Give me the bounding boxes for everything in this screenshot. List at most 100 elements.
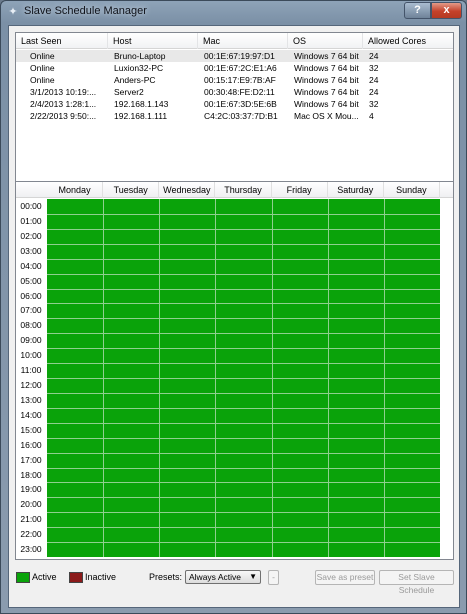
help-button[interactable]: ? xyxy=(404,2,431,19)
inactive-label: Inactive xyxy=(85,572,117,582)
grid-row-divider xyxy=(47,482,440,484)
grid-row-divider xyxy=(47,318,440,320)
grid-row-divider xyxy=(47,392,440,394)
slave-cell: Luxion32-PC xyxy=(114,63,164,73)
app-window: ✦ Slave Schedule Manager ? x Last Seen H… xyxy=(0,0,467,614)
grid-row-divider xyxy=(47,467,440,469)
slave-cell: 2/4/2013 1:28:1... xyxy=(30,99,97,109)
grid-row-divider xyxy=(47,228,440,230)
column-header-allowed-cores[interactable]: Allowed Cores xyxy=(363,33,455,49)
hour-label: 19:00 xyxy=(20,484,42,495)
grid-row-divider xyxy=(47,303,440,305)
slave-cell: 3/1/2013 10:19:... xyxy=(30,87,97,97)
day-header[interactable]: Tuesday xyxy=(103,182,160,198)
slave-row[interactable]: Online Anders-PC 00:15:17:E9:7B:AF Windows … xyxy=(16,74,453,86)
slave-cell: 00:15:17:E9:7B:AF xyxy=(204,75,276,85)
slave-cell: 00:1E:67:2C:E1:A6 xyxy=(204,63,277,73)
hour-label: 10:00 xyxy=(20,350,42,361)
window-title: Slave Schedule Manager xyxy=(24,5,147,17)
inactive-swatch xyxy=(69,572,83,583)
day-header[interactable]: Sunday xyxy=(384,182,440,198)
slave-cell: Mac OS X Mou... xyxy=(294,111,359,121)
slave-cell: 00:1E:67:3D:5E:6B xyxy=(204,99,277,109)
day-header[interactable]: Wednesday xyxy=(159,182,216,198)
grid-row-divider xyxy=(47,407,440,409)
slave-cell: 32 xyxy=(369,99,379,109)
slave-cell: Windows 7 64 bit xyxy=(294,51,359,61)
chevron-down-icon: ▼ xyxy=(249,572,257,581)
schedule-grid[interactable] xyxy=(47,199,440,557)
slave-cell: 2/22/2013 9:50:... xyxy=(30,111,97,121)
slave-row[interactable]: 2/22/2013 9:50:... 192.168.1.111 C4:2C:03:… xyxy=(16,110,453,122)
slave-cell: Anders-PC xyxy=(114,75,156,85)
hour-label: 08:00 xyxy=(20,320,42,331)
app-icon: ✦ xyxy=(8,6,18,18)
day-header[interactable]: Saturday xyxy=(328,182,384,198)
slave-cell: 00:1E:67:19:97:D1 xyxy=(204,51,275,61)
hour-label: 12:00 xyxy=(20,380,42,390)
presets-selected-value: Always Active xyxy=(189,572,241,582)
slave-list[interactable]: Last Seen Host Mac OS Allowed Cores Onli… xyxy=(15,32,454,195)
set-slave-schedule-button[interactable]: Set Slave Schedule xyxy=(379,570,454,595)
hour-label: 16:00 xyxy=(20,439,42,450)
column-header-last-seen[interactable]: Last Seen xyxy=(16,33,108,49)
schedule-grid-panel: Monday Tuesday Wednesday Thursday Friday Satu… xyxy=(15,181,454,560)
hour-label: 22:00 xyxy=(20,529,42,540)
slave-cell: Online xyxy=(30,63,55,73)
hour-label: 06:00 xyxy=(20,290,42,301)
hour-label: 07:00 xyxy=(20,305,42,316)
slave-cell: 4 xyxy=(369,111,374,121)
slave-cell: 32 xyxy=(369,63,379,73)
hour-label: 03:00 xyxy=(20,245,42,256)
save-as-preset-button[interactable]: Save as preset xyxy=(315,570,375,585)
hour-label: 14:00 xyxy=(20,409,42,420)
hour-label: 01:00 xyxy=(20,215,42,226)
remove-preset-button[interactable]: - xyxy=(268,570,279,585)
hour-label: 11:00 xyxy=(20,365,42,376)
slave-row[interactable]: 2/4/2013 1:28:1... 192.168.1.143 00:1E:67:… xyxy=(16,98,453,110)
hour-label: 18:00 xyxy=(20,469,42,480)
slave-cell: Windows 7 64 bit xyxy=(294,87,359,97)
hour-label: 21:00 xyxy=(20,514,42,525)
grid-row-divider xyxy=(47,213,440,215)
hour-label: 13:00 xyxy=(20,394,42,405)
slave-row[interactable]: 3/1/2013 10:19:... Server2 00:30:48:FE:D2:… xyxy=(16,86,453,98)
active-swatch xyxy=(16,572,30,583)
close-button[interactable]: x xyxy=(431,2,462,19)
slave-cell: Server2 xyxy=(114,87,144,97)
hour-label: 09:00 xyxy=(20,335,42,346)
day-header[interactable]: Friday xyxy=(272,182,328,198)
grid-row-divider xyxy=(47,452,440,454)
slave-cell: 24 xyxy=(369,75,379,85)
day-header[interactable]: Thursday xyxy=(215,182,272,198)
slave-row[interactable]: Online Luxion32-PC 00:1E:67:2C:E1:A6 Window… xyxy=(16,62,453,74)
grid-row-divider xyxy=(47,258,440,260)
title-bar[interactable]: ✦ Slave Schedule Manager ? x xyxy=(1,1,466,23)
slave-row[interactable]: Online Bruno-Laptop 00:1E:67:19:97:D1 Windo… xyxy=(16,50,453,62)
hour-label: 05:00 xyxy=(20,275,42,286)
grid-row-divider xyxy=(47,243,440,245)
column-header-os[interactable]: OS xyxy=(288,33,363,49)
slave-cell: 00:30:48:FE:D2:11 xyxy=(204,87,275,97)
hour-label: 04:00 xyxy=(20,260,42,271)
hour-label: 23:00 xyxy=(20,544,42,555)
presets-label: Presets: xyxy=(149,572,183,582)
grid-row-divider xyxy=(47,437,440,439)
grid-row-divider xyxy=(47,378,440,379)
grid-row-divider xyxy=(47,333,440,335)
presets-dropdown[interactable]: Always Active ▼ xyxy=(185,570,261,584)
grid-row-divider xyxy=(47,363,440,365)
column-header-host[interactable]: Host xyxy=(108,33,198,49)
grid-row-divider xyxy=(47,422,440,424)
slave-cell: 192.168.1.143 xyxy=(114,99,169,109)
slave-cell: 24 xyxy=(369,51,379,61)
slave-cell: 192.168.1.111 xyxy=(114,111,168,121)
slave-cell: 24 xyxy=(369,87,379,97)
grid-row-divider xyxy=(47,348,440,350)
hour-label: 15:00 xyxy=(20,424,42,435)
hour-label: 17:00 xyxy=(20,454,42,465)
column-header-mac[interactable]: Mac xyxy=(198,33,288,49)
day-header[interactable]: Monday xyxy=(47,182,104,198)
slave-list-header: Last Seen Host Mac OS Allowed Cores xyxy=(16,33,453,49)
slave-cell: Windows 7 64 bit xyxy=(294,63,359,73)
